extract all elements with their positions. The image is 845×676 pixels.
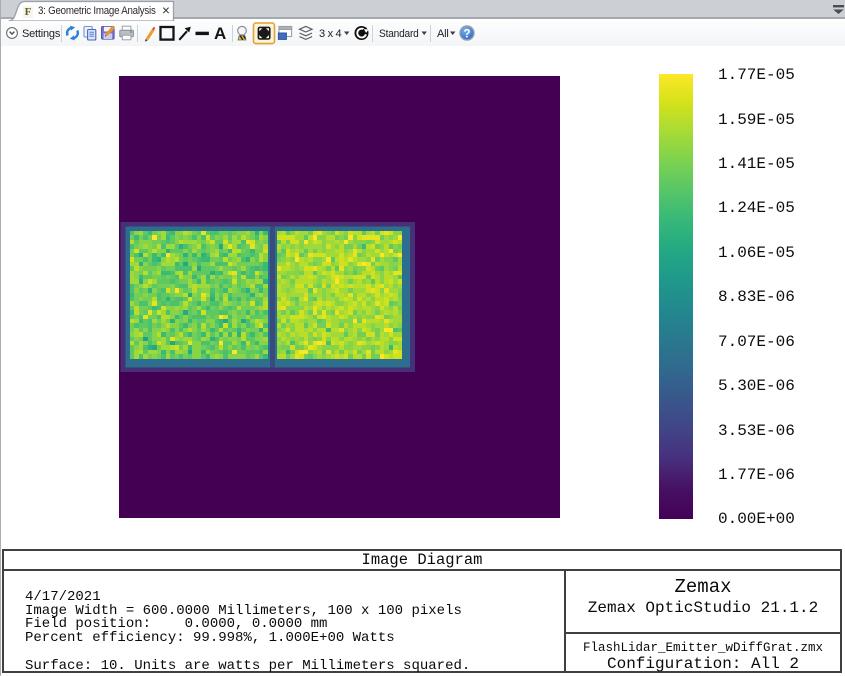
svg-text:?: ? xyxy=(463,28,470,40)
